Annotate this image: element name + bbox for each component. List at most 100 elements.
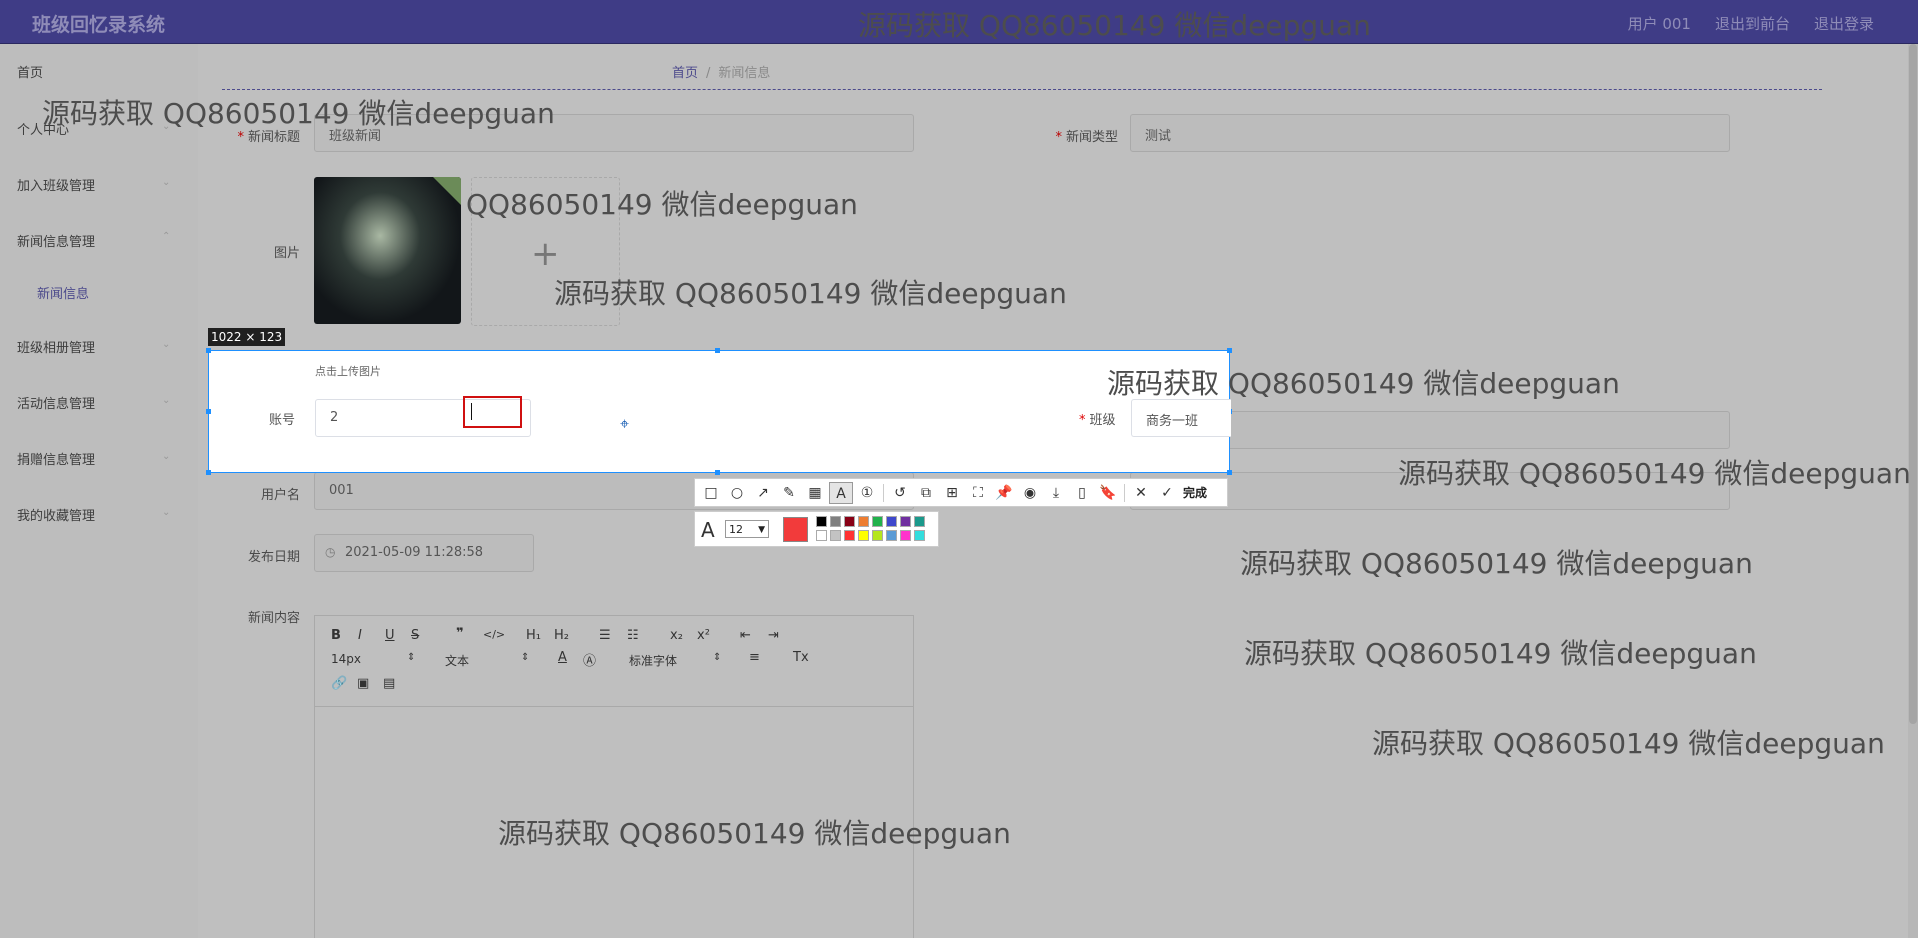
background-color-icon[interactable]: Ⓐ [583,650,596,669]
sidebar-item-activity-management[interactable]: 活动信息管理 [17,393,95,412]
news-type-input[interactable]: 测试 [1130,114,1730,152]
done-button[interactable]: 完成 [1181,484,1207,501]
pencil-tool-icon[interactable]: ✎ [777,482,801,504]
color-swatch[interactable] [844,530,855,541]
bullet-list-icon[interactable]: ☷ [627,628,639,643]
news-type-label: * 新闻类型 [1055,130,1118,145]
logout-link[interactable]: 退出登录 [1814,13,1874,34]
image-icon[interactable]: ▣ [357,676,369,691]
resize-handle[interactable] [1227,470,1232,475]
ellipse-tool-icon[interactable]: ○ [725,482,749,504]
chevron-down-icon: ⌄ [162,177,171,188]
italic-icon[interactable]: I [358,628,362,643]
watermark: 源码获取 QQ86050149 微信deepguan [1107,367,1620,400]
color-swatch[interactable] [914,530,925,541]
heading2-icon[interactable]: H₂ [554,628,569,643]
bookmark-icon[interactable]: 🔖 [1096,482,1120,504]
sidebar-item-home[interactable]: 首页 [17,62,43,81]
scan-icon[interactable]: ⛶ [966,482,990,504]
video-icon[interactable]: ▤ [383,676,395,691]
color-swatch[interactable] [858,516,869,527]
rich-text-editor[interactable]: B I U S ❞ </> H₁ H₂ ☰ ☷ x₂ x² ⇤ ⇥ 14px ⇕… [314,615,914,938]
toolbar-separator [883,483,884,502]
ordered-list-icon[interactable]: ☰ [599,628,611,643]
resize-handle[interactable] [206,470,211,475]
blockquote-icon[interactable]: ❞ [456,626,464,641]
record-icon[interactable]: ◉ [1018,482,1042,504]
capture-selection[interactable]: 点击上传图片 账号 2 * 班级 商务一班 [206,348,1232,475]
select-arrows-icon: ⇕ [713,652,722,663]
color-swatch[interactable] [858,530,869,541]
chevron-down-icon: ⌄ [162,395,171,406]
font-size-select[interactable]: 14px [331,652,361,666]
sidebar-subitem-news[interactable]: 新闻信息 [37,283,89,302]
clear-format-icon[interactable]: Tx [793,650,809,665]
text-annotation-box[interactable] [463,396,522,428]
color-swatch[interactable] [900,530,911,541]
block-type-select[interactable]: 文本 [445,652,469,669]
user-label: 用户 001 [1627,15,1691,33]
ocr-icon[interactable]: ⊞ [940,482,964,504]
color-swatch[interactable] [816,530,827,541]
uploaded-image-thumbnail[interactable] [314,177,461,324]
scrollbar-thumb[interactable] [1909,44,1917,724]
text-tool-icon[interactable]: A [829,481,853,504]
color-swatch[interactable] [872,530,883,541]
align-icon[interactable]: ≡ [749,650,760,665]
code-block-icon[interactable]: </> [483,628,505,641]
class-select[interactable]: 商务一班 [1131,399,1231,437]
mosaic-tool-icon[interactable]: ▦ [803,482,827,504]
strikethrough-icon[interactable]: S [411,628,419,643]
sidebar-item-donation-management[interactable]: 捐赠信息管理 [17,449,95,468]
subscript-icon[interactable]: x₂ [670,628,683,643]
dropdown-arrow-icon: ▼ [758,525,765,535]
resize-handle[interactable] [206,409,211,414]
sidebar-item-news-management[interactable]: 新闻信息管理 [17,231,95,250]
undo-icon[interactable]: ↺ [888,482,912,504]
rectangle-tool-icon[interactable]: □ [699,482,723,504]
color-swatch[interactable] [844,516,855,527]
font-family-select[interactable]: 标准字体 [629,652,677,669]
publish-date-input[interactable]: ◷ 2021-05-09 11:28:58 [314,534,534,572]
indent-icon[interactable]: ⇥ [768,628,779,643]
font-size-dropdown[interactable]: 12 ▼ [725,520,769,538]
sidebar-item-favorites-management[interactable]: 我的收藏管理 [17,505,95,524]
sidebar-item-join-class[interactable]: 加入班级管理 [17,175,95,194]
long-capture-icon[interactable]: ▯ [1070,482,1094,504]
current-color-swatch[interactable] [783,517,808,542]
resize-handle[interactable] [715,348,720,353]
color-swatch[interactable] [816,516,827,527]
bold-icon[interactable]: B [331,628,341,643]
exit-front-link[interactable]: 退出到前台 [1715,13,1790,34]
watermark: 源码获取 QQ86050149 微信deepguan [554,277,1067,310]
color-swatch[interactable] [872,516,883,527]
color-swatch[interactable] [830,516,841,527]
download-icon[interactable]: ⤓ [1044,482,1068,504]
check-icon[interactable]: ✓ [1155,482,1179,504]
outdent-icon[interactable]: ⇤ [740,628,751,643]
color-swatch[interactable] [914,516,925,527]
link-icon[interactable]: 🔗 [331,676,347,691]
color-swatch[interactable] [900,516,911,527]
resize-handle[interactable] [1227,348,1232,353]
breadcrumb-separator: / [706,66,711,81]
color-swatch[interactable] [830,530,841,541]
arrow-tool-icon[interactable]: ↗ [751,482,775,504]
color-swatch[interactable] [886,516,897,527]
watermark: 源码获取 QQ86050149 微信deepguan [1372,727,1885,760]
breadcrumb-home[interactable]: 首页 [672,66,698,81]
superscript-icon[interactable]: x² [697,628,710,643]
heading1-icon[interactable]: H₁ [526,628,541,643]
close-icon[interactable]: ✕ [1129,482,1153,504]
select-arrows-icon: ⇕ [407,652,416,663]
class-label: * 班级 [1079,413,1116,428]
color-swatch[interactable] [886,530,897,541]
sidebar-item-album-management[interactable]: 班级相册管理 [17,337,95,356]
redo-icon[interactable]: ⧉ [914,482,938,504]
font-color-icon[interactable]: A [558,650,567,665]
pin-icon[interactable]: 📌 [992,482,1016,504]
resize-handle[interactable] [715,470,720,475]
underline-icon[interactable]: U [385,628,395,643]
resize-handle[interactable] [206,348,211,353]
number-tool-icon[interactable]: ① [855,482,879,504]
